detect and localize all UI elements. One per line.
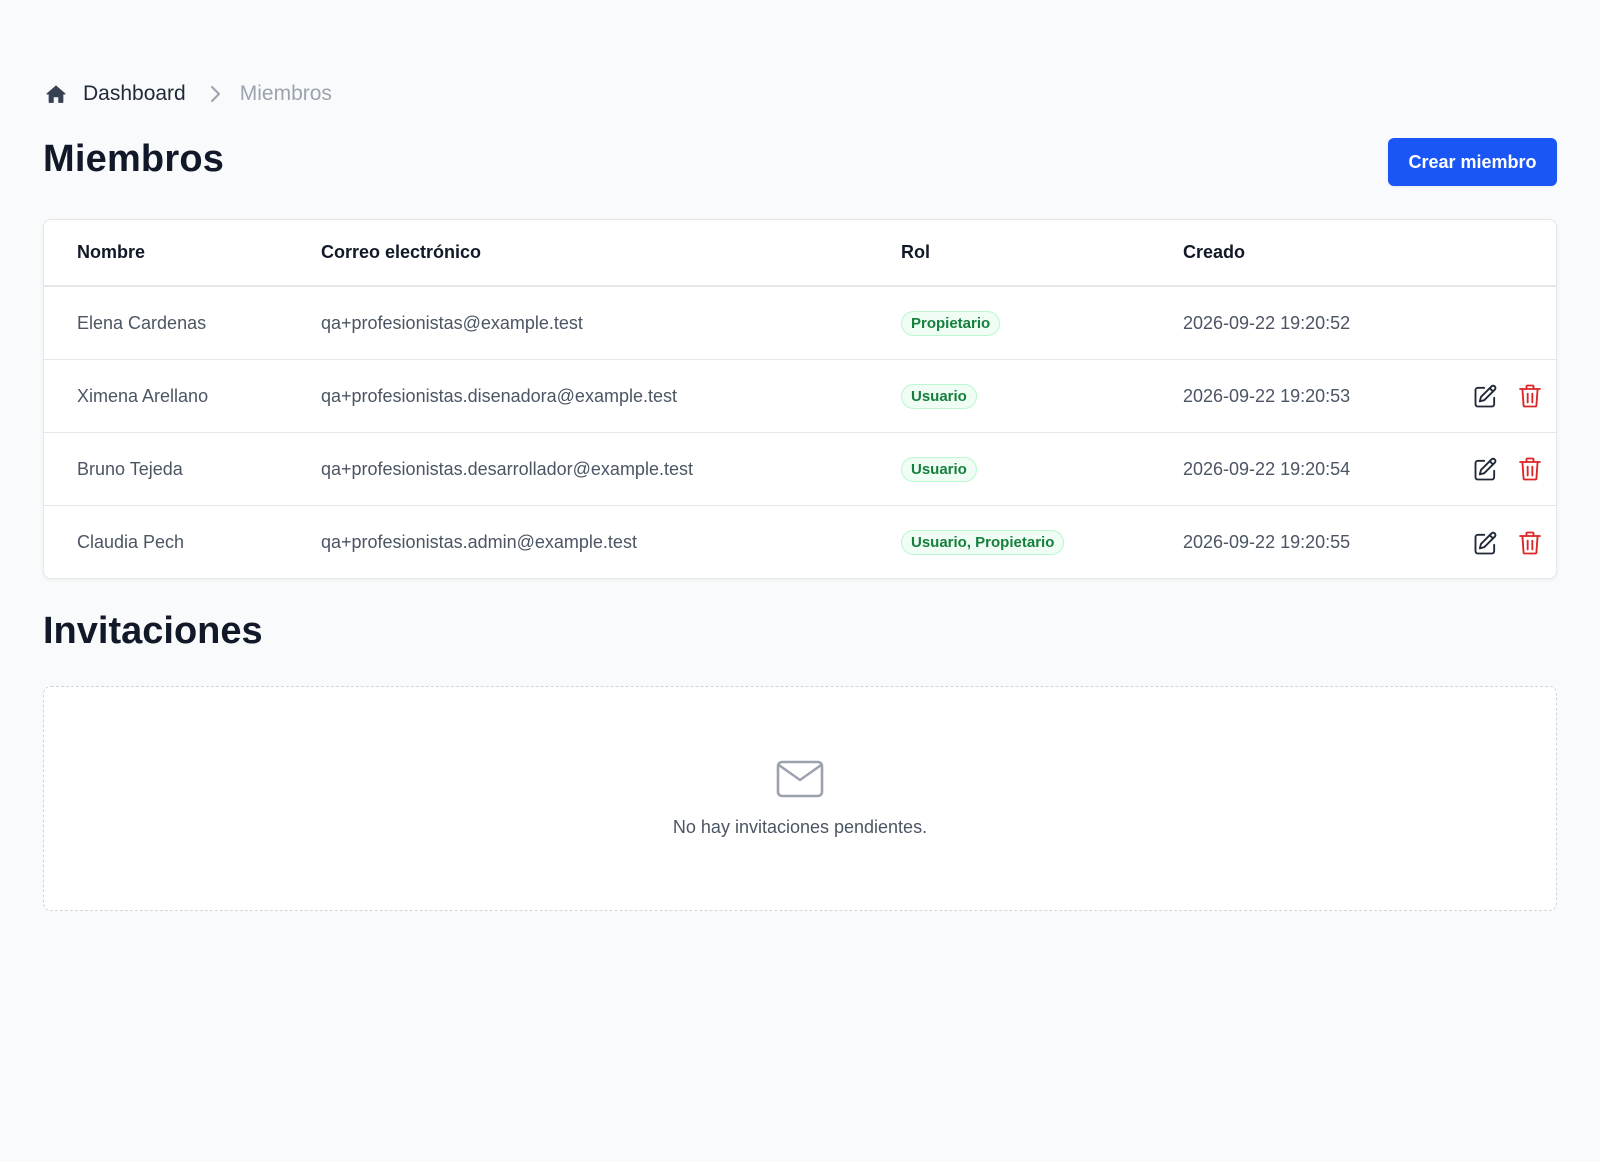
member-created: 2026-09-22 19:20:54	[1183, 458, 1351, 479]
row-actions	[1463, 528, 1556, 558]
trash-icon[interactable]	[1515, 454, 1545, 484]
breadcrumb-current: Miembros	[239, 82, 332, 105]
member-email: qa+profesionistas.disenadora@example.tes…	[321, 385, 677, 406]
member-name: Claudia Pech	[77, 532, 185, 552]
breadcrumb: Dashboard Miembros	[45, 80, 332, 108]
edit-icon[interactable]	[1471, 528, 1501, 558]
column-header-email[interactable]: Correo electrónico	[321, 242, 901, 263]
member-email: qa+profesionistas.desarrollador@example.…	[321, 458, 693, 479]
home-icon[interactable]	[45, 83, 67, 105]
edit-icon[interactable]	[1471, 454, 1501, 484]
member-email: qa+profesionistas@example.test	[321, 312, 583, 333]
role-badge: Usuario, Propietario	[901, 530, 1065, 555]
invitations-empty-state: No hay invitaciones pendientes.	[43, 686, 1557, 911]
table-row: Claudia Pech qa+profesionistas.admin@exa…	[44, 506, 1556, 578]
empty-message: No hay invitaciones pendientes.	[672, 817, 928, 837]
invitations-title: Invitaciones	[43, 610, 263, 652]
column-header-role[interactable]: Rol	[901, 242, 1183, 263]
trash-icon[interactable]	[1515, 528, 1545, 558]
member-name: Bruno Tejeda	[77, 458, 183, 479]
chevron-right-icon	[208, 85, 222, 103]
edit-icon[interactable]	[1471, 381, 1501, 411]
member-created: 2026-09-22 19:20:55	[1183, 532, 1351, 552]
create-member-button[interactable]: Crear miembro	[1388, 138, 1557, 186]
table-row: Ximena Arellano qa+profesionistas.disena…	[44, 360, 1556, 433]
row-actions	[1463, 381, 1556, 411]
member-created: 2026-09-22 19:20:52	[1183, 312, 1351, 333]
row-actions	[1463, 454, 1556, 484]
page-title: Miembros	[43, 138, 225, 180]
table-header: Nombre Correo electrónico Rol Creado	[44, 220, 1556, 287]
table-row: Elena Cardenas qa+profesionistas@example…	[44, 287, 1556, 360]
trash-icon[interactable]	[1515, 381, 1545, 411]
role-badge: Usuario	[901, 383, 977, 409]
role-badge: Propietario	[901, 310, 1001, 336]
member-name: Elena Cardenas	[77, 312, 207, 333]
role-badge: Usuario	[901, 456, 977, 482]
column-header-name[interactable]: Nombre	[44, 242, 321, 263]
column-header-created[interactable]: Creado	[1183, 242, 1463, 263]
members-page: Dashboard Miembros Miembros Crear miembr…	[0, 0, 1600, 1162]
member-created: 2026-09-22 19:20:53	[1183, 385, 1351, 406]
member-name: Ximena Arellano	[77, 385, 209, 406]
member-email: qa+profesionistas.admin@example.test	[321, 532, 637, 552]
table-row: Bruno Tejeda qa+profesionistas.desarroll…	[44, 433, 1556, 506]
members-table: Nombre Correo electrónico Rol Creado Ele…	[43, 219, 1557, 579]
envelope-icon	[775, 759, 825, 799]
breadcrumb-dashboard-link[interactable]: Dashboard	[83, 82, 186, 106]
